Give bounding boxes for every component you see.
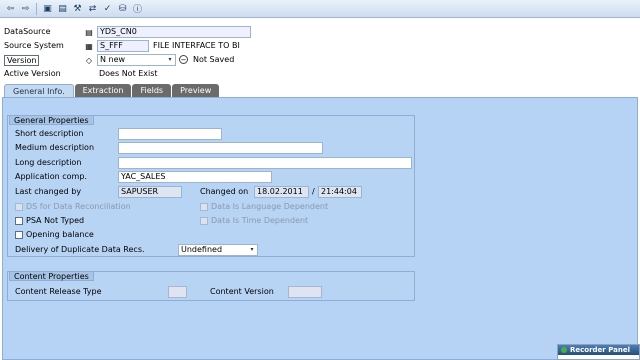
content-properties-title: Content Properties xyxy=(9,271,94,281)
content-properties-group: Content Properties Content Release Type … xyxy=(7,271,415,301)
source-system-field[interactable]: S_FFF xyxy=(97,40,149,52)
content-version-field[interactable] xyxy=(288,286,322,298)
changed-on-date-field: 18.02.2011 xyxy=(254,186,309,198)
toolbar-separator xyxy=(36,2,37,15)
source-system-description: FILE INTERFACE TO BI xyxy=(153,41,240,50)
dropdown-arrow-icon[interactable]: ▾ xyxy=(166,56,174,64)
ds-reconciliation-checkbox[interactable] xyxy=(15,203,23,211)
language-dependent-checkbox[interactable] xyxy=(200,203,208,211)
check-icon[interactable]: ✓ xyxy=(101,2,114,15)
opening-balance-label: Opening balance xyxy=(26,230,94,239)
dropdown-arrow-icon[interactable]: ▾ xyxy=(248,246,256,254)
psa-not-typed-checkbox[interactable] xyxy=(15,217,23,225)
save-icon[interactable]: ▣ xyxy=(41,2,54,15)
not-saved-status-icon: − xyxy=(179,55,188,64)
source-system-label: Source System xyxy=(4,41,64,50)
language-dependent-label: Data Is Language Dependent xyxy=(211,202,329,211)
last-changed-by-field: SAPUSER xyxy=(118,186,182,198)
general-properties-title: General Properties xyxy=(9,115,94,125)
long-description-label: Long description xyxy=(15,158,82,167)
info-icon[interactable]: ⓘ xyxy=(131,2,144,15)
short-description-input[interactable] xyxy=(118,128,222,140)
content-release-type-label: Content Release Type xyxy=(15,287,102,296)
version-label: Version xyxy=(4,55,40,66)
tools-icon[interactable]: ⚒ xyxy=(71,2,84,15)
tab-fields[interactable]: Fields xyxy=(132,84,172,97)
changed-on-label: Changed on xyxy=(200,187,249,196)
database-icon[interactable]: ⛁ xyxy=(116,2,129,15)
opening-balance-checkbox[interactable] xyxy=(15,231,23,239)
tab-preview[interactable]: Preview xyxy=(172,84,220,97)
psa-not-typed-label: PSA Not Typed xyxy=(26,216,85,225)
application-toolbar: ⇦ ⇨ ▣ ▤ ⚒ ⇄ ✓ ⛁ ⓘ xyxy=(0,0,640,18)
duplicate-records-select[interactable]: Undefined ▾ xyxy=(178,244,258,256)
content-version-label: Content Version xyxy=(210,287,274,296)
tab-extraction[interactable]: Extraction xyxy=(74,84,132,97)
system-icon: ▦ xyxy=(85,41,93,51)
version-select[interactable]: N new ▾ xyxy=(97,54,176,66)
record-icon xyxy=(561,347,567,353)
ds-reconciliation-label: DS for Data Reconciliation xyxy=(26,202,131,211)
diamond-icon: ◇ xyxy=(85,55,93,65)
duplicate-records-label: Delivery of Duplicate Data Recs. xyxy=(15,245,145,254)
active-version-value: Does Not Exist xyxy=(99,69,158,78)
version-select-value: N new xyxy=(100,55,126,64)
tab-general-info[interactable]: General Info. xyxy=(4,84,74,97)
back-icon[interactable]: ⇦ xyxy=(4,2,17,15)
time-dependent-label: Data Is Time Dependent xyxy=(211,216,309,225)
general-properties-group: General Properties Short description Med… xyxy=(7,115,415,257)
version-status: Not Saved xyxy=(193,55,235,64)
active-version-label: Active Version xyxy=(4,69,61,78)
tab-strip: General Info. Extraction Fields Preview xyxy=(4,84,220,97)
recorder-panel-title: Recorder Panel xyxy=(558,345,639,355)
content-release-type-field[interactable] xyxy=(168,286,187,298)
last-changed-by-label: Last changed by xyxy=(15,187,82,196)
application-comp-input[interactable]: YAC_SALES xyxy=(118,171,272,183)
changed-on-time-field: 21:44:04 xyxy=(318,186,362,198)
duplicate-records-value: Undefined xyxy=(181,245,223,254)
medium-description-label: Medium description xyxy=(15,143,95,152)
short-description-label: Short description xyxy=(15,129,84,138)
date-time-separator: / xyxy=(312,187,315,196)
datasource-field[interactable]: YDS_CN0 xyxy=(97,26,251,38)
general-info-panel: General Properties Short description Med… xyxy=(2,97,638,360)
display-icon[interactable]: ▤ xyxy=(56,2,69,15)
medium-description-input[interactable] xyxy=(118,142,323,154)
application-comp-label: Application comp. xyxy=(15,172,87,181)
datasource-label: DataSource xyxy=(4,27,51,36)
recorder-panel[interactable]: Recorder Panel xyxy=(557,344,640,360)
transport-icon[interactable]: ⇄ xyxy=(86,2,99,15)
forward-icon[interactable]: ⇨ xyxy=(19,2,32,15)
document-icon: ▤ xyxy=(85,27,93,37)
long-description-input[interactable] xyxy=(118,157,412,169)
time-dependent-checkbox[interactable] xyxy=(200,217,208,225)
